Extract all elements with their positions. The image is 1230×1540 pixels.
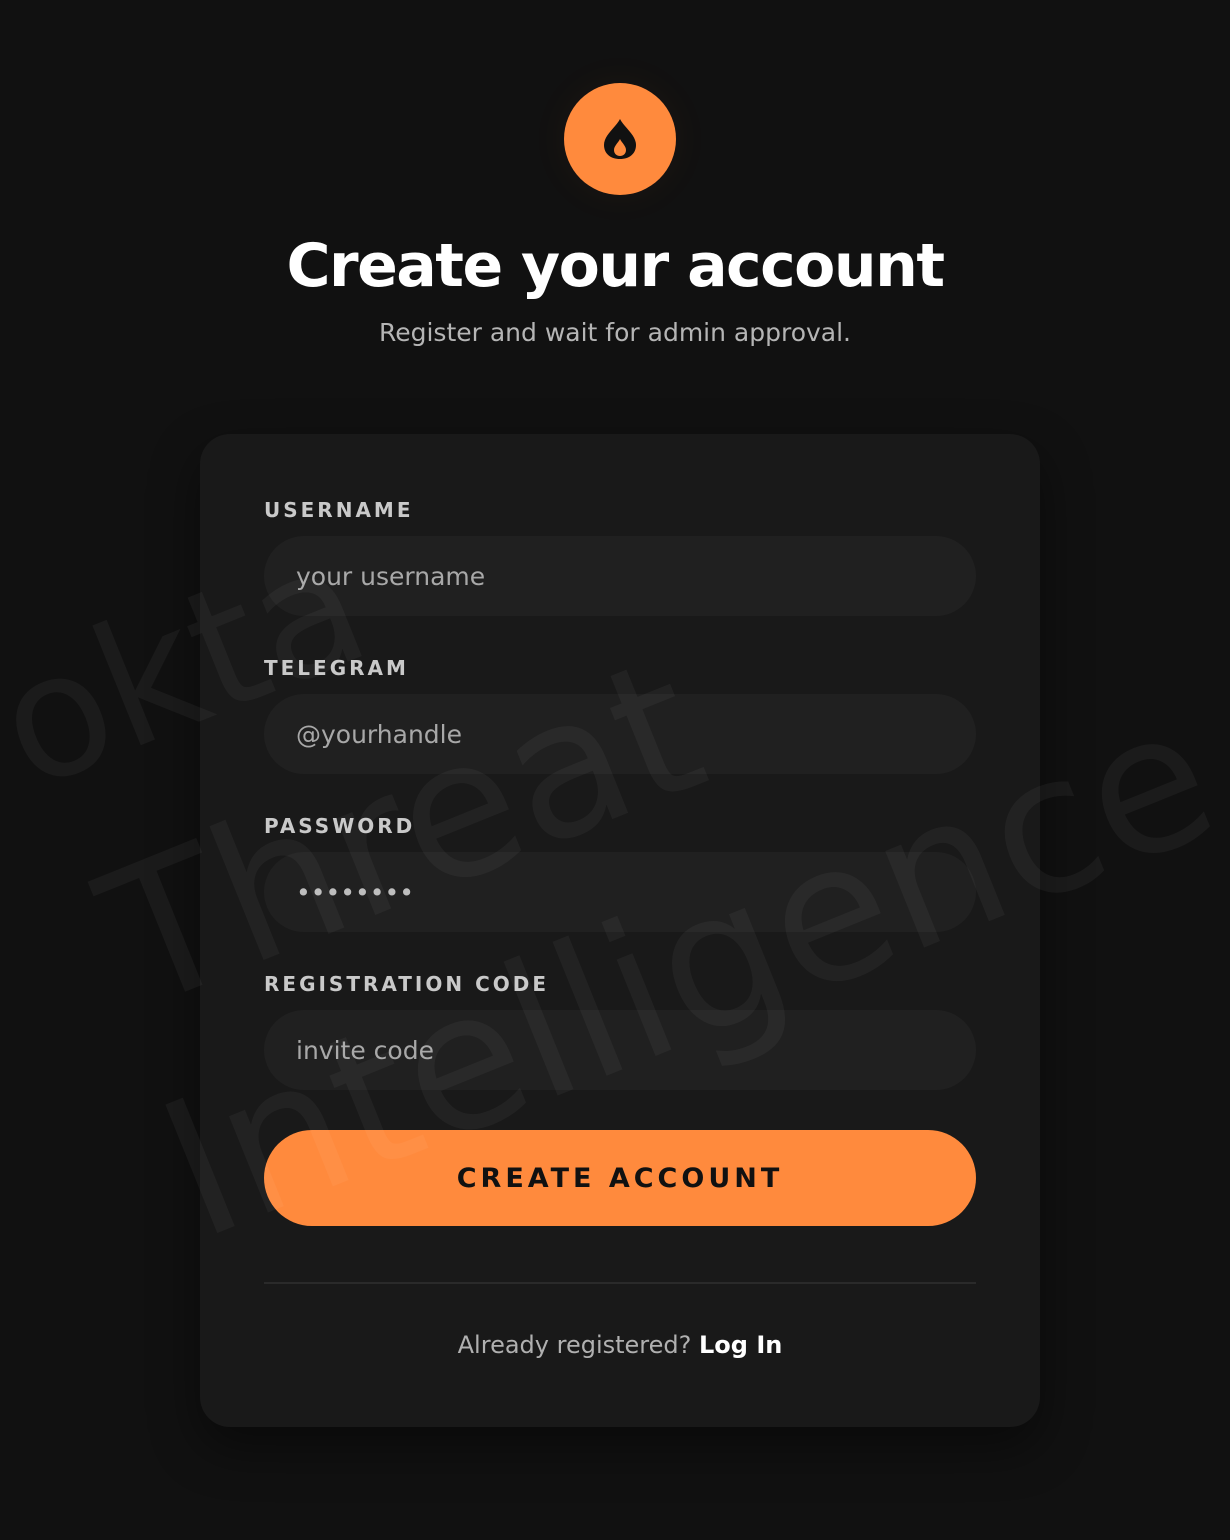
password-input[interactable]: [264, 852, 976, 932]
username-label: USERNAME: [264, 498, 414, 522]
page-title: Create your account: [286, 231, 945, 301]
flame-icon: [604, 119, 636, 159]
page-subtitle: Register and wait for admin approval.: [378, 318, 851, 347]
username-input[interactable]: [264, 536, 976, 616]
telegram-input[interactable]: [264, 694, 976, 774]
registration-code-input[interactable]: [264, 1010, 976, 1090]
password-label: PASSWORD: [264, 814, 416, 838]
create-account-button[interactable]: CREATE ACCOUNT: [264, 1130, 976, 1226]
flame-logo-icon: [564, 83, 676, 195]
login-prompt: Already registered? Log In: [200, 1326, 1040, 1364]
login-link[interactable]: Log In: [699, 1331, 782, 1359]
divider: [264, 1282, 976, 1284]
registration-code-label: REGISTRATION CODE: [264, 972, 550, 996]
telegram-label: TELEGRAM: [264, 656, 409, 680]
registration-card: USERNAME TELEGRAM PASSWORD REGISTRATION …: [200, 434, 1040, 1427]
login-prompt-text: Already registered?: [457, 1331, 692, 1359]
